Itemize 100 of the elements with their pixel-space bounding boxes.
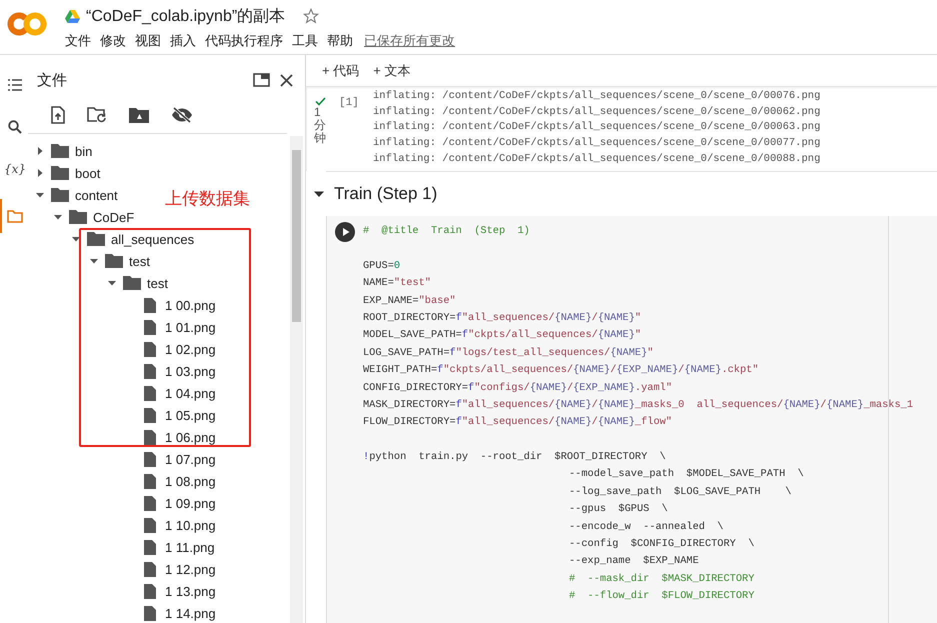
code-line: --gpus $GPUS \: [569, 502, 668, 518]
code-line: --exp_name $EXP_NAME: [569, 554, 699, 570]
folder-name[interactable]: boot: [75, 166, 100, 180]
file-icon: [144, 606, 156, 620]
menu-item[interactable]: 帮助: [327, 32, 353, 50]
output-line: inflating: /content/CoDeF/ckpts/all_sequences/scene_0/scene_0/00088.png: [373, 152, 820, 167]
refresh-folder-icon[interactable]: [87, 107, 107, 123]
file-name[interactable]: 1 10.png: [165, 518, 216, 532]
file-icon: [144, 408, 156, 422]
folder-icon: [51, 144, 69, 158]
run-duration: 1分钟: [314, 106, 326, 146]
code-line: GPUS=0: [363, 258, 400, 274]
code-line: --model_save_path $MODEL_SAVE_PATH \: [569, 467, 804, 482]
drive-folder-icon[interactable]: [129, 107, 149, 123]
code-line: MODEL_SAVE_PATH=f"ckpts/all_sequences/{NAME}": [363, 328, 642, 344]
folder-name[interactable]: test: [147, 276, 168, 290]
code-line: --config $CONFIG_DIRECTORY \: [569, 537, 754, 552]
hidden-eye-icon[interactable]: [171, 107, 193, 123]
menu-item[interactable]: 文件: [65, 32, 91, 50]
file-icon: [144, 364, 156, 378]
folder-icon[interactable]: [7, 210, 23, 222]
folder-icon: [123, 276, 141, 290]
menu-item[interactable]: 插入: [170, 32, 196, 50]
folder-name[interactable]: CoDeF: [93, 210, 134, 224]
file-name[interactable]: 1 07.png: [165, 452, 216, 466]
panel-title: 文件: [37, 70, 68, 90]
menu-item[interactable]: 代码执行程序: [205, 32, 283, 50]
colab-logo[interactable]: [7, 11, 47, 37]
folder-name[interactable]: bin: [75, 144, 92, 158]
file-name[interactable]: 1 02.png: [165, 342, 216, 356]
search-icon[interactable]: [8, 120, 22, 134]
file-icon: [144, 540, 156, 554]
code-line: # --flow_dir $FLOW_DIRECTORY: [569, 589, 754, 604]
code-line: LOG_SAVE_PATH=f"logs/test_all_sequences/{NAME}": [363, 346, 654, 361]
file-icon: [144, 386, 156, 400]
close-icon[interactable]: [280, 74, 293, 86]
output-line: inflating: /content/CoDeF/ckpts/all_sequences/scene_0/scene_0/00076.png: [373, 89, 820, 104]
upload-file-icon[interactable]: [51, 106, 65, 124]
output-line: inflating: /content/CoDeF/ckpts/all_sequences/scene_0/scene_0/00062.png: [373, 104, 820, 120]
code-line: !python train.py --root_dir $ROOT_DIRECTORY \: [363, 450, 666, 466]
code-line: ROOT_DIRECTORY=f"all_sequences/{NAME}/{NAME}": [363, 310, 642, 326]
scrollbar[interactable]: [290, 136, 303, 623]
folder-name[interactable]: test: [129, 254, 150, 268]
code-line: --log_save_path $LOG_SAVE_PATH \: [569, 484, 792, 500]
file-icon: [144, 496, 156, 510]
output-line: inflating: /content/CoDeF/ckpts/all_sequences/scene_0/scene_0/00077.png: [373, 136, 820, 152]
annotation-label: 上传数据集: [165, 188, 250, 210]
caret-icon[interactable]: [72, 235, 80, 243]
file-name[interactable]: 1 03.png: [165, 364, 216, 378]
file-icon: [144, 518, 156, 532]
window-icon[interactable]: [253, 73, 270, 87]
code-line: NAME="test": [363, 276, 431, 292]
save-status-link[interactable]: 已保存所有更改: [364, 32, 455, 50]
variables-button[interactable]: {x}: [0, 157, 28, 181]
folder-icon: [87, 232, 105, 246]
add-cell-button[interactable]: + 文本: [373, 62, 410, 80]
caret-icon[interactable]: [90, 257, 98, 265]
menu-item[interactable]: 工具: [292, 32, 318, 50]
code-line: --encode_w --annealed \: [569, 520, 724, 535]
file-name[interactable]: 1 06.png: [165, 430, 216, 444]
caret-icon[interactable]: [54, 213, 62, 221]
folder-name[interactable]: content: [75, 188, 118, 202]
menu-item[interactable]: 视图: [135, 32, 161, 50]
drive-icon: [65, 10, 80, 22]
code-line: MASK_DIRECTORY=f"all_sequences/{NAME}/{NAME}_masks_0 all_sequences/{NAME}/{NAME}_masks_1: [363, 398, 913, 413]
folder-icon: [105, 254, 123, 268]
file-icon: [144, 430, 156, 444]
folder-icon: [51, 166, 69, 180]
file-name[interactable]: 1 08.png: [165, 474, 216, 488]
caret-icon[interactable]: [36, 169, 44, 177]
folder-name[interactable]: all_sequences: [111, 232, 194, 246]
file-name[interactable]: 1 00.png: [165, 298, 216, 312]
code-line: CONFIG_DIRECTORY=f"configs/{NAME}/{EXP_NAME}.yaml": [363, 380, 672, 396]
notebook-title[interactable]: “CoDeF_colab.ipynb”的副本: [86, 6, 286, 26]
file-icon: [144, 320, 156, 334]
menu-item[interactable]: 修改: [100, 32, 126, 50]
file-name[interactable]: 1 01.png: [165, 320, 216, 334]
caret-icon[interactable]: [314, 189, 324, 199]
file-icon: [144, 342, 156, 356]
code-line: # @title Train (Step 1): [363, 224, 530, 239]
folder-icon: [69, 210, 87, 224]
output-line: inflating: /content/CoDeF/ckpts/all_sequences/scene_0/scene_0/00063.png: [373, 120, 820, 136]
code-line: WEIGHT_PATH=f"ckpts/all_sequences/{NAME}/{EXP_NAME}/{NAME}.ckpt": [363, 363, 759, 378]
code-line: # --mask_dir $MASK_DIRECTORY: [569, 572, 754, 587]
file-icon: [144, 298, 156, 312]
file-name[interactable]: 1 05.png: [165, 408, 216, 422]
file-name[interactable]: 1 12.png: [165, 562, 216, 576]
file-name[interactable]: 1 14.png: [165, 606, 216, 620]
caret-icon[interactable]: [36, 147, 44, 155]
file-name[interactable]: 1 11.png: [165, 540, 215, 554]
folder-icon: [51, 188, 69, 202]
caret-icon[interactable]: [108, 279, 116, 287]
file-name[interactable]: 1 13.png: [165, 584, 216, 598]
caret-icon[interactable]: [36, 191, 44, 199]
file-name[interactable]: 1 09.png: [165, 496, 216, 510]
run-button[interactable]: [335, 222, 355, 242]
menu-icon[interactable]: [8, 79, 22, 91]
add-cell-button[interactable]: + 代码: [322, 62, 360, 80]
file-name[interactable]: 1 04.png: [165, 386, 216, 400]
star-icon[interactable]: [303, 8, 320, 24]
